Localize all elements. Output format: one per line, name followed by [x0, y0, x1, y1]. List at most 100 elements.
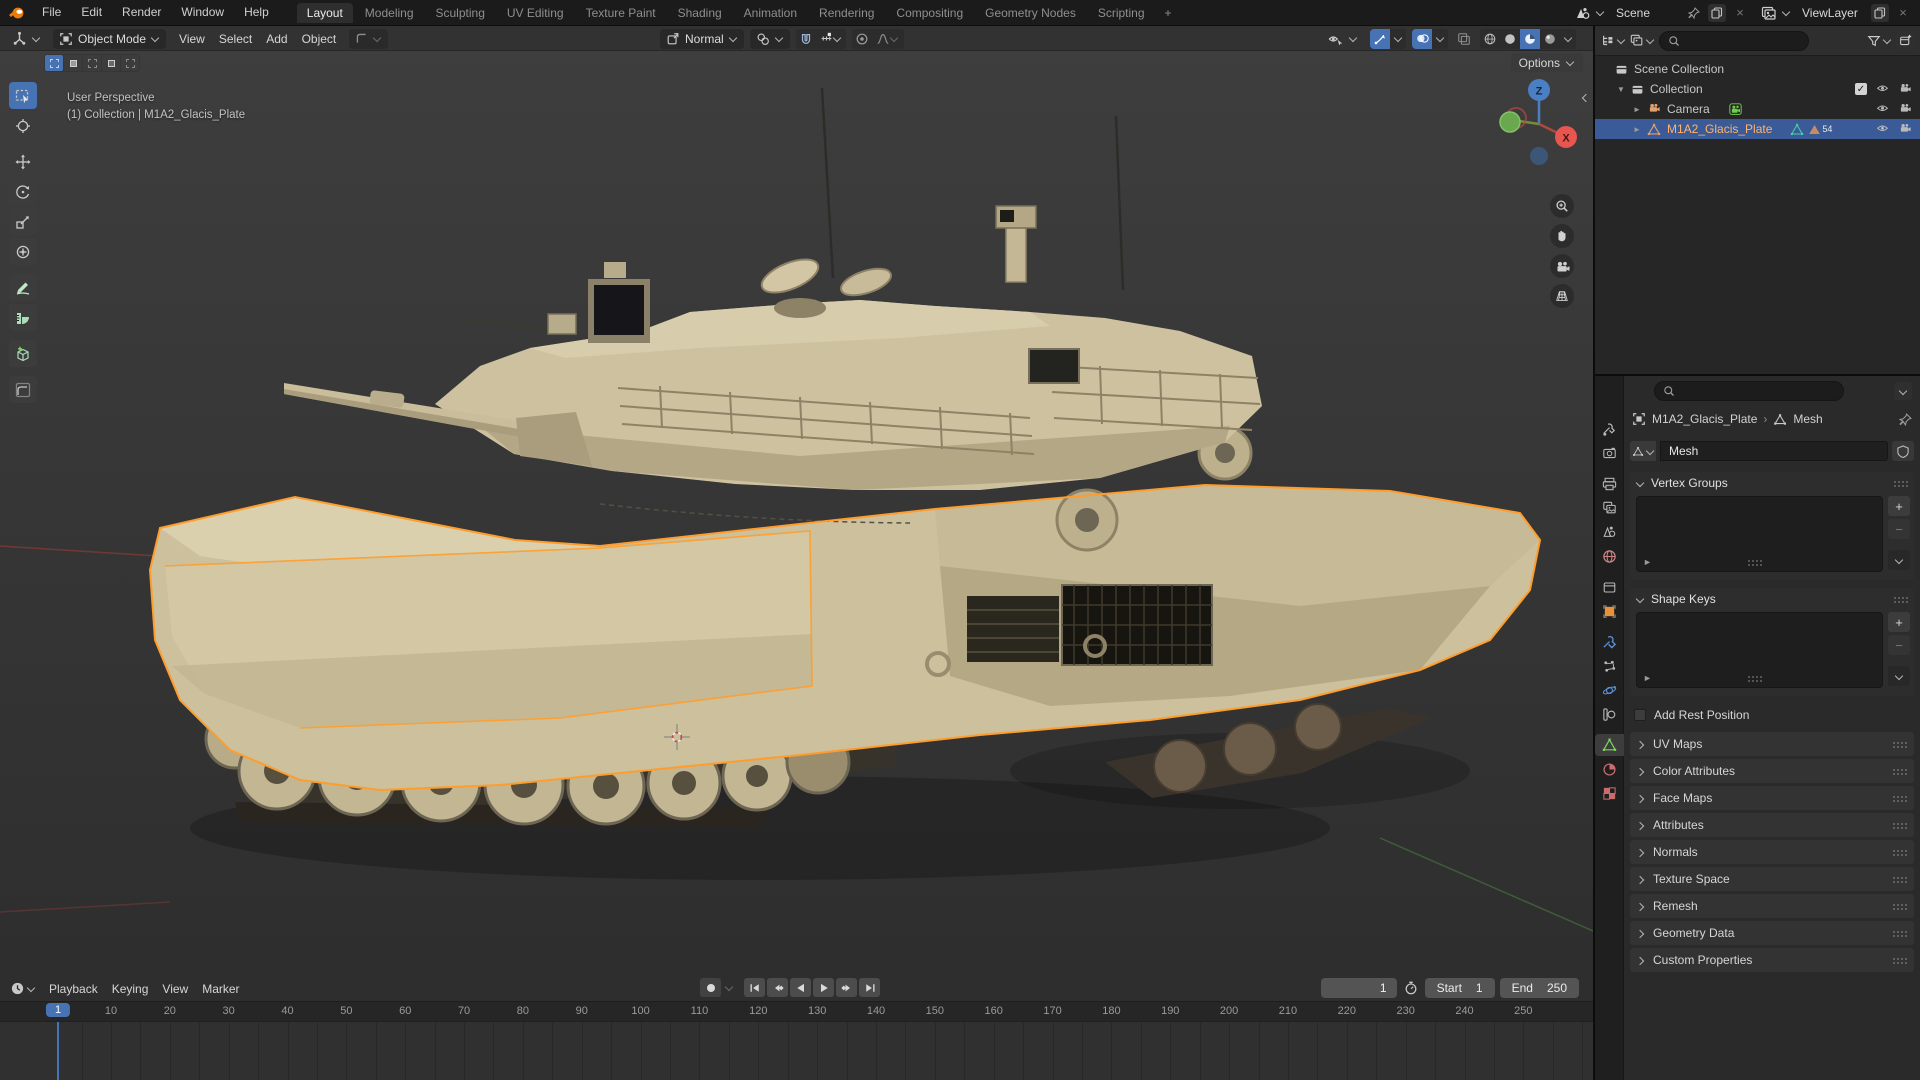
auto-keying-button[interactable]: [700, 978, 721, 997]
select-box-tool-button[interactable]: [9, 82, 37, 109]
workspace-tab-uv-editing[interactable]: UV Editing: [497, 3, 574, 23]
show-hide-dropdown[interactable]: [1322, 29, 1364, 49]
transform-tool-button[interactable]: [9, 238, 37, 265]
vertex-group-specials-button[interactable]: [1888, 550, 1910, 570]
current-frame-field[interactable]: 1: [1321, 978, 1397, 998]
disable-render-toggle[interactable]: [1898, 83, 1912, 95]
perspective-toggle-button[interactable]: [1550, 284, 1574, 308]
panel-grip[interactable]: [1893, 596, 1908, 603]
timeline-ruler[interactable]: 1102030405060708090100110120130140150160…: [0, 1002, 1593, 1022]
section-geometry-data[interactable]: Geometry Data: [1630, 921, 1914, 945]
section-grip[interactable]: [1892, 741, 1907, 748]
gizmos-toggle[interactable]: [1370, 29, 1390, 49]
properties-tab-output[interactable]: [1595, 473, 1624, 495]
viewlayer-selector[interactable]: ViewLayer ×: [1761, 4, 1912, 22]
gizmo-axis-y[interactable]: [1500, 112, 1520, 132]
workspace-tab-sculpting[interactable]: Sculpting: [426, 3, 495, 23]
menu-file[interactable]: File: [32, 0, 71, 25]
properties-tab-scene[interactable]: [1595, 521, 1624, 543]
properties-tab-physics[interactable]: [1595, 679, 1624, 701]
cursor-tool-button[interactable]: [9, 112, 37, 139]
jump-start-button[interactable]: [744, 978, 765, 997]
properties-tab-tool[interactable]: [1595, 418, 1624, 440]
section-custom-properties[interactable]: Custom Properties: [1630, 948, 1914, 972]
overlays-dropdown[interactable]: [1432, 29, 1448, 49]
playhead[interactable]: [57, 1022, 59, 1080]
add-cube-tool-button[interactable]: [9, 340, 37, 367]
properties-tab-particles[interactable]: [1595, 655, 1624, 677]
shading-wireframe-button[interactable]: [1480, 29, 1500, 49]
disable-render-toggle[interactable]: [1898, 103, 1912, 115]
viewport-menu-add[interactable]: Add: [259, 32, 294, 46]
expander-icon[interactable]: ►: [1633, 105, 1643, 114]
viewport-menu-select[interactable]: Select: [212, 32, 259, 46]
gizmo-axis-z-neg[interactable]: [1530, 147, 1548, 165]
hide-viewport-toggle[interactable]: [1875, 103, 1890, 115]
properties-options-button[interactable]: [1894, 382, 1912, 400]
tank-model[interactable]: [0, 26, 1593, 976]
properties-tab-render[interactable]: [1595, 442, 1624, 464]
section-remesh[interactable]: Remesh: [1630, 894, 1914, 918]
xray-toggle[interactable]: [1454, 29, 1474, 49]
list-resize-grip[interactable]: [1747, 559, 1762, 566]
zoom-button[interactable]: [1550, 194, 1574, 218]
outliner-item-label[interactable]: M1A2_Glacis_Plate: [1665, 122, 1772, 136]
properties-tab-texture[interactable]: [1595, 782, 1624, 804]
remove-viewlayer-button[interactable]: ×: [1894, 4, 1912, 22]
list-expander[interactable]: ►: [1643, 673, 1652, 683]
scale-tool-button[interactable]: [9, 208, 37, 235]
section-grip[interactable]: [1892, 876, 1907, 883]
extrude-region-tool-button[interactable]: [9, 376, 37, 403]
editor-type-outliner-button[interactable]: [1601, 32, 1626, 50]
section-grip[interactable]: [1892, 957, 1907, 964]
measure-tool-button[interactable]: [9, 304, 37, 331]
section-texture-space[interactable]: Texture Space: [1630, 867, 1914, 891]
timeline-track-area[interactable]: [0, 1022, 1593, 1080]
jump-end-button[interactable]: [859, 978, 880, 997]
select-mode-set[interactable]: [45, 55, 63, 71]
pin-icon[interactable]: [1685, 4, 1703, 22]
hide-viewport-toggle[interactable]: [1875, 83, 1890, 95]
add-workspace-button[interactable]: +: [1155, 3, 1182, 23]
menu-window[interactable]: Window: [171, 0, 234, 25]
current-frame-badge[interactable]: 1: [46, 1003, 70, 1017]
disable-render-toggle[interactable]: [1898, 123, 1912, 135]
workspace-tab-geometry-nodes[interactable]: Geometry Nodes: [975, 3, 1086, 23]
camera-view-button[interactable]: [1550, 254, 1574, 278]
outliner-row-scene-collection[interactable]: Scene Collection: [1595, 59, 1920, 79]
use-preview-range-button[interactable]: [1402, 979, 1420, 997]
properties-tab-constraints[interactable]: [1595, 703, 1624, 725]
pan-button[interactable]: [1550, 224, 1574, 248]
workspace-tab-texture-paint[interactable]: Texture Paint: [576, 3, 666, 23]
scene-selector[interactable]: Scene ×: [1575, 4, 1749, 22]
properties-tab-modifiers[interactable]: [1595, 631, 1624, 653]
list-expander[interactable]: ►: [1643, 557, 1652, 567]
workspace-tab-scripting[interactable]: Scripting: [1088, 3, 1155, 23]
section-attributes[interactable]: Attributes: [1630, 813, 1914, 837]
outliner-item-label[interactable]: Camera: [1665, 102, 1710, 116]
properties-tab-object-data[interactable]: [1595, 734, 1624, 756]
viewport-menu-view[interactable]: View: [172, 32, 212, 46]
prev-keyframe-button[interactable]: [767, 978, 788, 997]
expander-icon[interactable]: ►: [1633, 125, 1643, 134]
section-grip[interactable]: [1892, 822, 1907, 829]
fake-user-button[interactable]: [1892, 441, 1914, 461]
panel-grip[interactable]: [1893, 480, 1908, 487]
section-grip[interactable]: [1892, 849, 1907, 856]
section-normals[interactable]: Normals: [1630, 840, 1914, 864]
breadcrumb-object[interactable]: M1A2_Glacis_Plate: [1652, 412, 1757, 426]
proportional-falloff-dropdown[interactable]: [872, 29, 904, 49]
snap-with-dropdown[interactable]: [816, 29, 846, 49]
expander-icon[interactable]: ▼: [1617, 85, 1627, 94]
new-collection-button[interactable]: [1896, 32, 1914, 50]
select-mode-extend[interactable]: [64, 55, 82, 71]
workspace-tab-modeling[interactable]: Modeling: [355, 3, 424, 23]
mesh-datablock-browse-button[interactable]: [1630, 441, 1656, 461]
outliner-search-input[interactable]: [1659, 31, 1809, 51]
move-tool-button[interactable]: [9, 148, 37, 175]
remove-vertex-group-button[interactable]: −: [1888, 519, 1910, 539]
overlays-toggle[interactable]: [1412, 29, 1432, 49]
select-mode-intersect[interactable]: [121, 55, 139, 71]
vertex-groups-header[interactable]: Vertex Groups: [1630, 472, 1914, 494]
list-resize-grip[interactable]: [1747, 675, 1762, 682]
